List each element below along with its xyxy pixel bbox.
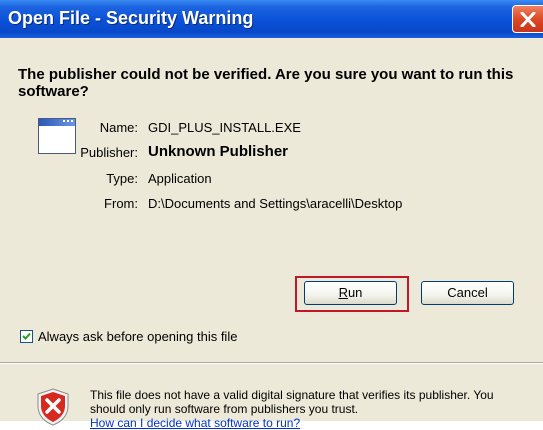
run-accelerator: R: [338, 285, 348, 300]
always-ask-label[interactable]: Always ask before opening this file: [38, 329, 237, 344]
run-button[interactable]: Run: [304, 281, 397, 305]
cancel-button[interactable]: Cancel: [421, 281, 514, 305]
window-title: Open File - Security Warning: [8, 8, 254, 28]
help-link[interactable]: How can I decide what software to run?: [90, 416, 530, 430]
close-button[interactable]: [512, 5, 543, 33]
checkmark-icon: [22, 332, 31, 340]
dialog-body: The publisher could not be verified. Are…: [0, 38, 543, 430]
type-label: Type:: [106, 171, 138, 186]
shield-warning-icon: [37, 388, 69, 426]
name-label: Name:: [99, 120, 138, 135]
title-bar[interactable]: Open File - Security Warning: [0, 0, 543, 38]
warning-message: This file does not have a valid digital …: [90, 388, 530, 430]
name-value: GDI_PLUS_INSTALL.EXE: [148, 120, 301, 135]
type-value: Application: [148, 171, 212, 186]
publisher-value: Unknown Publisher: [148, 143, 289, 160]
close-icon: [520, 12, 536, 27]
publisher-label: Publisher:: [80, 145, 138, 160]
always-ask-checkbox[interactable]: [20, 330, 33, 343]
application-icon: [38, 118, 76, 154]
run-label: un: [347, 285, 363, 300]
warning-heading: The publisher could not be verified. Are…: [18, 66, 514, 100]
from-label: From:: [104, 196, 138, 211]
from-value: D:\Documents and Settings\aracelli\Deskt…: [148, 196, 403, 211]
divider: [0, 362, 543, 364]
warning-text: This file does not have a valid digital …: [90, 388, 494, 416]
